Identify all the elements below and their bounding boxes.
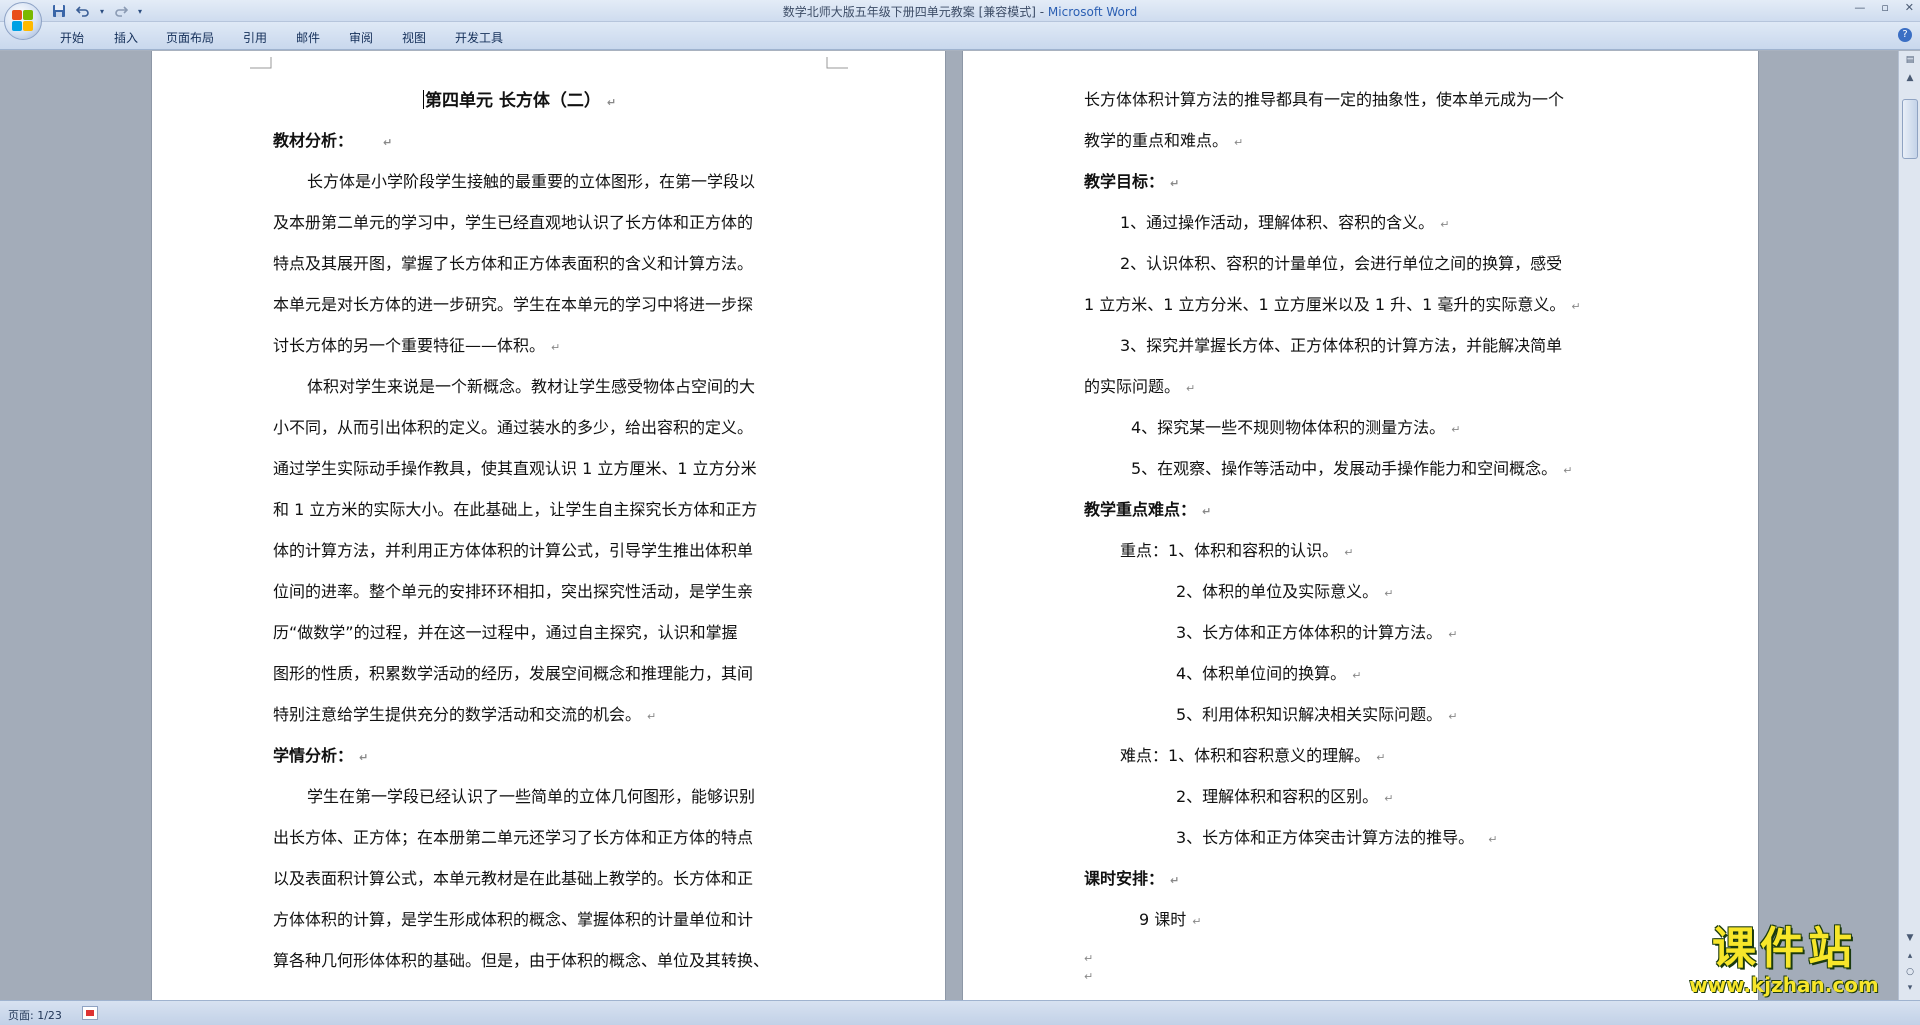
paragraph-line: 和 1 立方米的实际大小。在此基础上，让学生自主探究长方体和正方 — [273, 500, 758, 519]
scrollbar-thumb[interactable] — [1902, 99, 1918, 159]
select-browse-object-icon[interactable]: ○ — [1902, 965, 1918, 979]
window-title: 数学北师大版五年级下册四单元教案 [兼容模式] - Microsoft Word — [0, 3, 1920, 20]
minimize-icon[interactable]: — — [1854, 1, 1865, 14]
paragraph-line: 特别注意给学生提供充分的数学活动和交流的机会。 ↵ — [273, 705, 657, 724]
paragraph-line: 本单元是对长方体的进一步研究。学生在本单元的学习中将进一步探 — [273, 295, 754, 314]
ruler-toggle-icon[interactable]: ▤ — [1902, 53, 1918, 67]
watermark-logo: 课件站 www.kjzhan.com — [1668, 923, 1900, 997]
paragraph-line: 2、认识体积、容积的计量单位，会进行单位之间的换算，感受 — [1120, 254, 1563, 273]
paragraph-line: 9 课时 ↵ — [1139, 910, 1202, 929]
paragraph-line: 3、长方体和正方体体积的计算方法。 ↵ — [1176, 623, 1458, 642]
app-name: Microsoft Word — [1047, 5, 1138, 19]
maximize-icon[interactable]: ▫ — [1881, 1, 1888, 14]
paragraph-line: 通过学生实际动手操作教具，使其直观认识 1 立方厘米、1 立方分米 — [273, 459, 757, 478]
section-heading: 课时安排： ↵ — [1084, 869, 1180, 888]
paragraph-line: 位间的进率。整个单元的安排环环相扣，突出探究性活动，是学生亲 — [273, 582, 754, 601]
proofing-errors-icon[interactable] — [82, 1006, 98, 1020]
title-bar: ▾ ▾ 数学北师大版五年级下册四单元教案 [兼容模式] - Microsoft … — [0, 0, 1920, 22]
section-heading: 教学重点难点： ↵ — [1084, 500, 1212, 519]
document-heading: 第四单元 长方体（二） ↵ — [423, 90, 617, 111]
close-icon[interactable]: ✕ — [1905, 1, 1914, 14]
paragraph-line: 难点：1、体积和容积意义的理解。 ↵ — [1120, 746, 1386, 765]
paragraph-line: 方体体积的计算，是学生形成体积的概念、掌握体积的计量单位和计 — [273, 910, 754, 929]
paragraph-line: 学生在第一学段已经认识了一些简单的立体几何图形，能够识别 — [307, 787, 756, 806]
paragraph-line: 2、理解体积和容积的区别。 ↵ — [1176, 787, 1394, 806]
paragraph-line: 4、体积单位间的换算。 ↵ — [1176, 664, 1362, 683]
tab-review[interactable]: 审阅 — [349, 29, 373, 46]
help-icon[interactable]: ? — [1898, 28, 1912, 42]
scroll-down-icon[interactable]: ▼ — [1902, 931, 1918, 945]
document-title: 数学北师大版五年级下册四单元教案 [兼容模式] - — [782, 5, 1048, 19]
section-heading: 教材分析： ↵ — [273, 131, 393, 150]
paragraph-line: 教学的重点和难点。 ↵ — [1084, 131, 1244, 150]
ribbon-tab-bar: 开始 插入 页面布局 引用 邮件 审阅 视图 开发工具 ? — [0, 22, 1920, 50]
document-page-1[interactable]: 第四单元 长方体（二） ↵ 教材分析： ↵ 长方体是小学阶段学生接触的最重要的立体图… — [151, 51, 946, 1000]
tab-developer[interactable]: 开发工具 — [455, 29, 503, 46]
paragraph-line: 1、通过操作活动，理解体积、容积的含义。 ↵ — [1120, 213, 1450, 232]
tab-page-layout[interactable]: 页面布局 — [166, 29, 214, 46]
paragraph-line: 长方体体积计算方法的推导都具有一定的抽象性，使本单元成为一个 — [1084, 90, 1565, 109]
paragraph-line: 图形的性质，积累数学活动的经历，发展空间概念和推理能力，其间 — [273, 664, 754, 683]
crop-mark — [250, 57, 272, 69]
paragraph-line: 1 立方米、1 立方分米、1 立方厘米以及 1 升、1 毫升的实际意义。 ↵ — [1084, 295, 1581, 314]
document-area: 第四单元 长方体（二） ↵ 教材分析： ↵ 长方体是小学阶段学生接触的最重要的立体图… — [0, 51, 1898, 1000]
section-heading: 教学目标： ↵ — [1084, 172, 1180, 191]
text-cursor — [423, 90, 424, 109]
watermark-title: 课件站 — [1712, 923, 1856, 974]
watermark-url: www.kjzhan.com — [1689, 973, 1879, 997]
paragraph-line: 3、长方体和正方体突击计算方法的推导。 ↵ — [1176, 828, 1498, 847]
paragraph-line: 讨长方体的另一个重要特征——体积。 ↵ — [273, 336, 561, 355]
page-number-indicator[interactable]: 页面: 1/23 — [8, 1007, 62, 1023]
paragraph-line: 体积对学生来说是一个新概念。教材让学生感受物体占空间的大 — [307, 377, 756, 396]
empty-paragraph: ↵ — [1084, 970, 1094, 983]
tab-view[interactable]: 视图 — [402, 29, 426, 46]
paragraph-line: 3、探究并掌握长方体、正方体体积的计算方法，并能解决简单 — [1120, 336, 1563, 355]
paragraph-line: 以及表面积计算公式，本单元教材是在此基础上教学的。长方体和正 — [273, 869, 754, 888]
paragraph-line: 及本册第二单元的学习中，学生已经直观地认识了长方体和正方体的 — [273, 213, 754, 232]
paragraph-line: 重点：1、体积和容积的认识。 ↵ — [1120, 541, 1354, 560]
document-page-2[interactable]: 长方体体积计算方法的推导都具有一定的抽象性，使本单元成为一个 教学的重点和难点。… — [962, 51, 1759, 1000]
tab-insert[interactable]: 插入 — [114, 29, 138, 46]
paragraph-line: 算各种几何形体体积的基础。但是，由于体积的概念、单位及其转换、 — [273, 951, 770, 970]
next-page-icon[interactable]: ▾ — [1902, 981, 1918, 995]
paragraph-line: 5、利用体积知识解决相关实际问题。 ↵ — [1176, 705, 1458, 724]
paragraph-line: 4、探究某一些不规则物体体积的测量方法。 ↵ — [1131, 418, 1461, 437]
crop-mark — [826, 57, 848, 69]
tab-mailings[interactable]: 邮件 — [296, 29, 320, 46]
vertical-scrollbar[interactable]: ▤ ▲ ▼ ▴ ○ ▾ — [1898, 51, 1920, 1000]
previous-page-icon[interactable]: ▴ — [1902, 949, 1918, 963]
status-bar: 页面: 1/23 — [0, 1000, 1920, 1025]
scroll-up-icon[interactable]: ▲ — [1902, 71, 1918, 85]
office-logo-icon — [12, 10, 34, 32]
paragraph-line: 小不同，从而引出体积的定义。通过装水的多少，给出容积的定义。 — [273, 418, 754, 437]
paragraph-line: 长方体是小学阶段学生接触的最重要的立体图形，在第一学段以 — [307, 172, 756, 191]
paragraph-line: 的实际问题。 ↵ — [1084, 377, 1196, 396]
section-heading: 学情分析： ↵ — [273, 746, 369, 765]
paragraph-line: 2、体积的单位及实际意义。 ↵ — [1176, 582, 1394, 601]
office-button[interactable] — [4, 2, 42, 40]
paragraph-line: 历“做数学”的过程，并在这一过程中，通过自主探究，认识和掌握 — [273, 623, 738, 642]
paragraph-line: 5、在观察、操作等活动中，发展动手操作能力和空间概念。 ↵ — [1131, 459, 1573, 478]
paragraph-line: 体的计算方法，并利用正方体体积的计算公式，引导学生推出体积单 — [273, 541, 754, 560]
tab-references[interactable]: 引用 — [243, 29, 267, 46]
tab-home[interactable]: 开始 — [60, 29, 84, 46]
window-controls: — ▫ ✕ — [1854, 1, 1914, 14]
paragraph-line: 出长方体、正方体；在本册第二单元还学习了长方体和正方体的特点 — [273, 828, 754, 847]
paragraph-line: 特点及其展开图，掌握了长方体和正方体表面积的含义和计算方法。 — [273, 254, 754, 273]
empty-paragraph: ↵ — [1084, 952, 1094, 965]
